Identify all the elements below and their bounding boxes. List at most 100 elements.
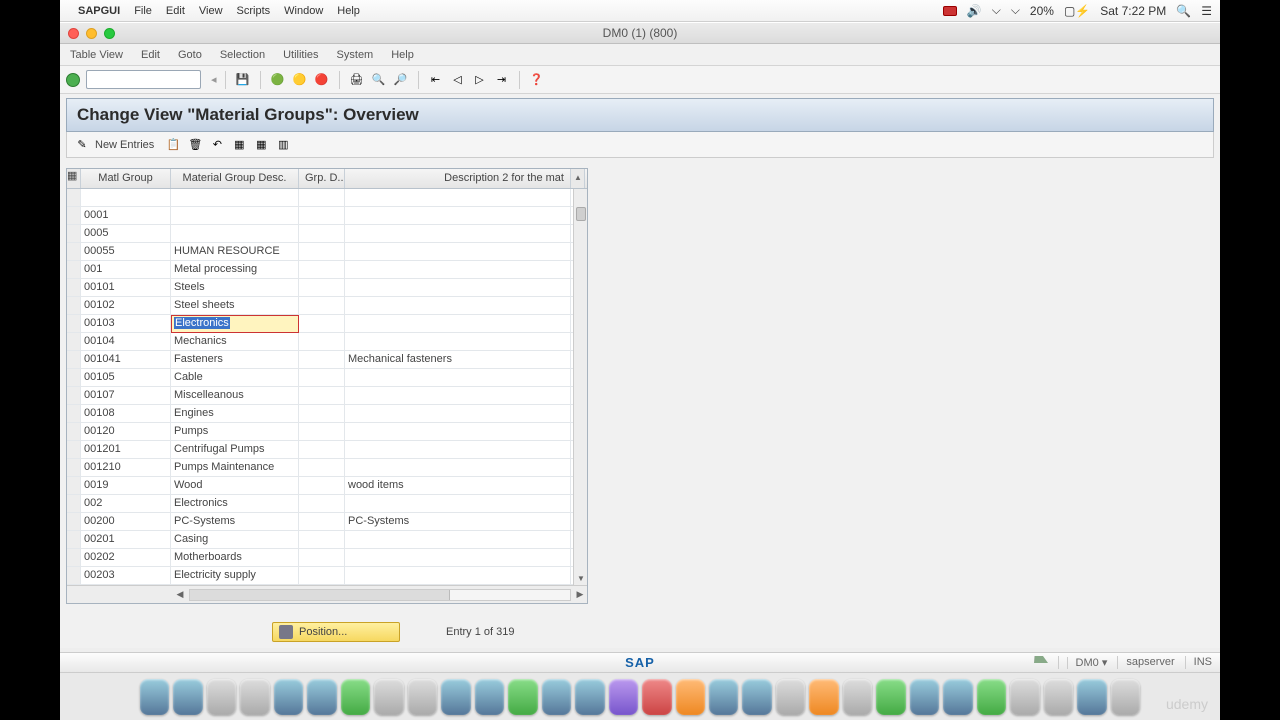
save-icon[interactable]: 💾: [234, 71, 252, 89]
copy-as-icon[interactable]: 📋: [164, 136, 182, 154]
dock-app-folder2[interactable]: [1044, 679, 1073, 715]
dock-app-calendar[interactable]: [307, 679, 336, 715]
cell-grp-d[interactable]: [299, 261, 345, 278]
sap-menu-help[interactable]: Help: [391, 49, 414, 61]
row-selector[interactable]: [67, 459, 81, 476]
sap-menubar[interactable]: Table View Edit Goto Selection Utilities…: [60, 44, 1220, 66]
select-all-header[interactable]: ▦: [67, 169, 81, 188]
mac-menu-file[interactable]: File: [134, 5, 152, 17]
row-selector[interactable]: [67, 333, 81, 350]
cell-desc2[interactable]: [345, 225, 571, 242]
clock[interactable]: Sat 7:22 PM: [1100, 4, 1166, 18]
cell-matl-group[interactable]: 0001: [81, 207, 171, 224]
cell-matl-group[interactable]: [81, 189, 171, 206]
cell-matl-group[interactable]: 001041: [81, 351, 171, 368]
new-entries-button[interactable]: New Entries: [95, 139, 154, 151]
cell-desc[interactable]: [171, 189, 299, 206]
row-selector[interactable]: [67, 207, 81, 224]
cell-grp-d[interactable]: [299, 279, 345, 296]
change-display-icon[interactable]: ✎: [73, 136, 91, 154]
dock-app-word[interactable]: [910, 679, 939, 715]
table-row[interactable]: 00055HUMAN RESOURCE: [67, 243, 587, 261]
table-row[interactable]: 00202Motherboards: [67, 549, 587, 567]
cell-grp-d[interactable]: [299, 495, 345, 512]
delete-icon[interactable]: 🗑: [186, 136, 204, 154]
cell-desc2[interactable]: Mechanical fasteners: [345, 351, 571, 368]
cell-grp-d[interactable]: [299, 513, 345, 530]
row-selector[interactable]: [67, 243, 81, 260]
table-row[interactable]: 001Metal processing: [67, 261, 587, 279]
cell-matl-group[interactable]: 00055: [81, 243, 171, 260]
dock-app-launchpad[interactable]: [274, 679, 303, 715]
horizontal-scrollbar[interactable]: ◀ ▶: [67, 585, 587, 603]
table-row[interactable]: 00201Casing: [67, 531, 587, 549]
cell-matl-group[interactable]: 001201: [81, 441, 171, 458]
cell-matl-group[interactable]: 001: [81, 261, 171, 278]
cell-desc[interactable]: [171, 225, 299, 242]
dock-app-safari[interactable]: [173, 679, 202, 715]
cell-desc[interactable]: HUMAN RESOURCE: [171, 243, 299, 260]
dock-app-snip[interactable]: [575, 679, 604, 715]
cell-desc[interactable]: Motherboards: [171, 549, 299, 566]
table-row[interactable]: 00107Miscelleanous: [67, 387, 587, 405]
dock-app-sublime[interactable]: [809, 679, 838, 715]
row-selector[interactable]: [67, 351, 81, 368]
app-name[interactable]: SAPGUI: [78, 5, 120, 17]
row-selector[interactable]: [67, 495, 81, 512]
cell-desc2[interactable]: [345, 405, 571, 422]
help-icon[interactable]: ❓: [528, 71, 546, 89]
dock-app-skype[interactable]: [508, 679, 537, 715]
cell-desc2[interactable]: [345, 549, 571, 566]
cell-desc2[interactable]: [345, 387, 571, 404]
cell-desc[interactable]: Electronics: [171, 495, 299, 512]
row-selector[interactable]: [67, 567, 81, 584]
zoom-icon[interactable]: [104, 28, 115, 39]
row-selector[interactable]: [67, 261, 81, 278]
window-titlebar[interactable]: DM0 (1) (800): [60, 22, 1220, 44]
enter-ok-icon[interactable]: [66, 73, 80, 87]
mac-menubar[interactable]: SAPGUI File Edit View Scripts Window Hel…: [60, 0, 1220, 22]
cell-grp-d[interactable]: [299, 477, 345, 494]
cell-desc2[interactable]: [345, 567, 571, 584]
row-selector[interactable]: [67, 513, 81, 530]
col-matl-group[interactable]: Matl Group: [81, 169, 171, 188]
cell-desc[interactable]: Fasteners: [171, 351, 299, 368]
table-row[interactable]: 00105Cable: [67, 369, 587, 387]
cell-grp-d[interactable]: [299, 333, 345, 350]
close-icon[interactable]: [68, 28, 79, 39]
position-button[interactable]: Position...: [272, 622, 400, 642]
minimize-icon[interactable]: [86, 28, 97, 39]
sap-menu-goto[interactable]: Goto: [178, 49, 202, 61]
cell-desc2[interactable]: [345, 495, 571, 512]
window-controls[interactable]: [68, 28, 115, 39]
cell-desc2[interactable]: [345, 207, 571, 224]
cell-desc[interactable]: Centrifugal Pumps: [171, 441, 299, 458]
col-grp-d[interactable]: Grp. D...: [299, 169, 345, 188]
table-row[interactable]: 00120Pumps: [67, 423, 587, 441]
dock-app-help[interactable]: [542, 679, 571, 715]
row-selector[interactable]: [67, 189, 81, 206]
cell-matl-group[interactable]: 00102: [81, 297, 171, 314]
cell-grp-d[interactable]: [299, 207, 345, 224]
cell-desc[interactable]: Cable: [171, 369, 299, 386]
cell-desc2[interactable]: [345, 459, 571, 476]
table-row[interactable]: 00102Steel sheets: [67, 297, 587, 315]
undo-icon[interactable]: ↶: [208, 136, 226, 154]
cell-desc2[interactable]: [345, 333, 571, 350]
cell-matl-group[interactable]: 00101: [81, 279, 171, 296]
table-row[interactable]: 00203Electricity supply: [67, 567, 587, 585]
mac-menu-view[interactable]: View: [199, 5, 223, 17]
dock-app-photos[interactable]: [642, 679, 671, 715]
row-selector[interactable]: [67, 387, 81, 404]
dock-app-notes[interactable]: [374, 679, 403, 715]
scroll-right-icon[interactable]: ▶: [573, 589, 587, 600]
cell-desc2[interactable]: [345, 243, 571, 260]
row-selector[interactable]: [67, 297, 81, 314]
h-scrollbar-thumb[interactable]: [190, 590, 450, 600]
notification-center-icon[interactable]: ☰: [1201, 4, 1212, 18]
cell-grp-d[interactable]: [299, 189, 345, 206]
cell-matl-group[interactable]: 00103: [81, 315, 171, 332]
cell-desc[interactable]: Steels: [171, 279, 299, 296]
print-icon[interactable]: 🖨: [348, 71, 366, 89]
cell-desc[interactable]: Mechanics: [171, 333, 299, 350]
